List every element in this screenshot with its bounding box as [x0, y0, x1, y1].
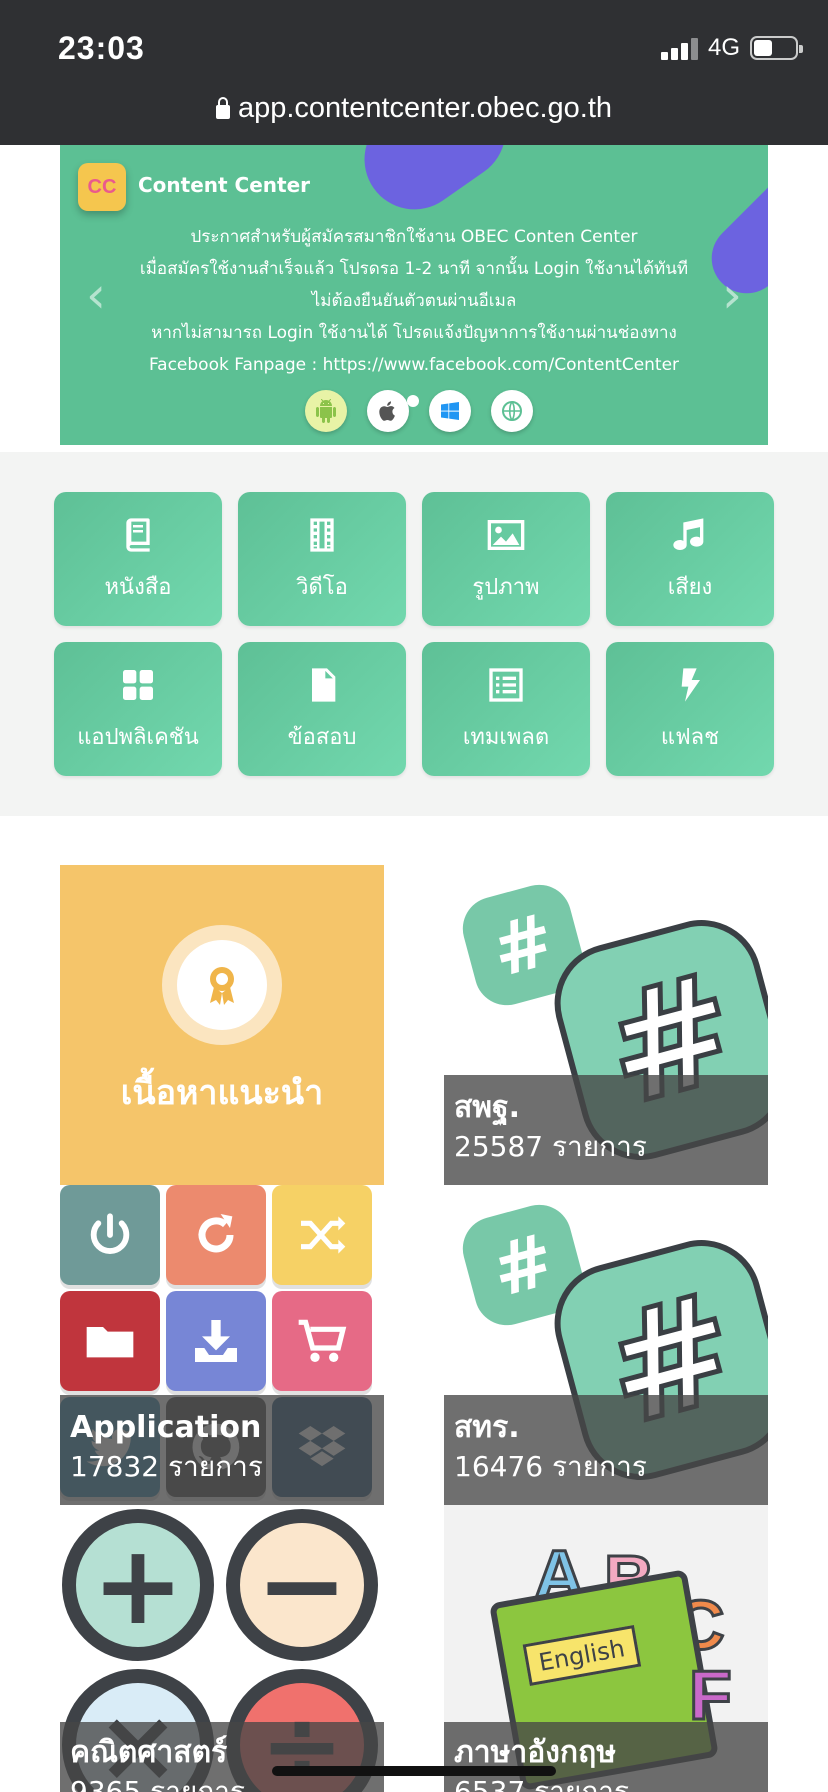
cart-icon	[272, 1291, 372, 1391]
music-icon	[673, 517, 704, 550]
announcement-line: ไม่ต้องยืนยันตัวตนผ่านอีเมล	[311, 291, 517, 311]
tile-caption: Application 17832 รายการ	[60, 1395, 384, 1505]
carousel-next-icon[interactable]: ›	[722, 270, 742, 320]
category-label: แฟลช	[660, 724, 720, 750]
announcement-line: ประกาศสำหรับผู้สมัครสมาชิกใช้งาน OBEC Co…	[190, 227, 638, 247]
app-page: 23:03 4G app.contentcenter.obec.go.th CC…	[0, 0, 828, 1792]
award-icon	[162, 925, 282, 1045]
category-image-button[interactable]: รูปภาพ	[422, 492, 590, 626]
category-label: หนังสือ	[104, 574, 172, 600]
network-type: 4G	[707, 34, 740, 61]
browser-top-bar: 23:03 4G app.contentcenter.obec.go.th	[0, 0, 828, 145]
url-bar[interactable]: app.contentcenter.obec.go.th	[0, 92, 828, 125]
carousel-dot[interactable]	[407, 395, 419, 407]
refresh-icon	[166, 1185, 266, 1285]
category-label: วิดีโอ	[296, 574, 348, 600]
carousel-prev-icon[interactable]: ‹	[86, 270, 106, 320]
category-flash-button[interactable]: แฟลช	[606, 642, 774, 776]
category-label: รูปภาพ	[472, 574, 540, 600]
announcement-text: ประกาศสำหรับผู้สมัครสมาชิกใช้งาน OBEC Co…	[100, 221, 728, 381]
announcement-line: หากไม่สามารถ Login ใช้งานได้ โปรดแจ้งปัญ…	[151, 323, 677, 343]
category-video-button[interactable]: วิดีโอ	[238, 492, 406, 626]
category-application-button[interactable]: แอปพลิเคชัน	[54, 642, 222, 776]
tile-title: สพฐ.	[454, 1090, 521, 1125]
web-icon[interactable]	[491, 390, 533, 432]
power-icon	[60, 1185, 160, 1285]
flash-icon	[681, 667, 700, 702]
image-icon	[487, 519, 525, 550]
plus-icon: +	[62, 1509, 214, 1661]
tile-caption: สพฐ. 25587 รายการ	[444, 1075, 768, 1185]
battery-icon	[750, 36, 803, 60]
list-icon	[489, 667, 523, 702]
decorative-stripe	[344, 145, 526, 229]
content-tile-obec[interactable]: # # สพฐ. 25587 รายการ	[444, 865, 768, 1185]
category-label: เทมเพลต	[462, 724, 550, 750]
category-label: ข้อสอบ	[287, 724, 357, 750]
book-icon	[126, 517, 150, 552]
content-tile-math[interactable]: + − × ÷ คณิตศาสตร์ 9365 รายการ	[60, 1505, 384, 1792]
banner-brand: Content Center	[138, 173, 311, 197]
announcement-banner: CC Content Center ประกาศสำหรับผู้สมัครสม…	[60, 145, 768, 445]
document-icon	[312, 667, 336, 702]
status-indicators: 4G	[660, 34, 803, 62]
folder-icon	[60, 1291, 160, 1391]
url-text: app.contentcenter.obec.go.th	[237, 92, 613, 124]
shuffle-icon	[272, 1185, 372, 1285]
minus-icon: −	[226, 1509, 378, 1661]
book-label: English	[522, 1625, 641, 1686]
apple-icon[interactable]	[367, 390, 409, 432]
platform-links	[305, 390, 533, 432]
announcement-line: Facebook Fanpage : https://www.facebook.…	[148, 355, 680, 375]
content-center-logo[interactable]: CC	[78, 163, 126, 211]
home-indicator[interactable]	[272, 1766, 556, 1776]
windows-icon[interactable]	[429, 390, 471, 432]
tile-count: 17832 รายการ	[70, 1450, 263, 1483]
recommended-content-tile[interactable]: เนื้อหาแนะนำ	[60, 865, 384, 1185]
category-audio-button[interactable]: เสียง	[606, 492, 774, 626]
category-book-button[interactable]: หนังสือ	[54, 492, 222, 626]
tile-caption: คณิตศาสตร์ 9365 รายการ	[60, 1722, 384, 1792]
tile-count: 16476 รายการ	[454, 1450, 647, 1483]
status-time: 23:03	[58, 30, 145, 66]
category-template-button[interactable]: เทมเพลต	[422, 642, 590, 776]
apps-grid-icon	[123, 669, 153, 700]
category-exam-button[interactable]: ข้อสอบ	[238, 642, 406, 776]
lock-icon	[215, 96, 230, 119]
content-tile-application[interactable]: Application 17832 รายการ	[60, 1185, 384, 1505]
tile-caption: ภาษาอังกฤษ 6537 รายการ	[444, 1722, 768, 1792]
signal-icon	[660, 36, 698, 60]
android-icon[interactable]	[305, 390, 347, 432]
category-label: แอปพลิเคชัน	[77, 724, 199, 750]
content-tile-otr[interactable]: # # สทร. 16476 รายการ	[444, 1185, 768, 1505]
download-icon	[166, 1291, 266, 1391]
tile-title: สทร.	[454, 1410, 520, 1445]
category-grid: หนังสือ วิดีโอ รูปภาพ เสียง แอปพลิเคชัน …	[54, 492, 774, 776]
recommended-label: เนื้อหาแนะนำ	[120, 1073, 324, 1113]
content-tile-english[interactable]: A B C English F ภาษาอังกฤษ 6537 รายการ	[444, 1505, 768, 1792]
announcement-line: เมื่อสมัครใช้งานสำเร็จแล้ว โปรดรอ 1-2 นา…	[139, 259, 689, 279]
category-label: เสียง	[667, 574, 713, 600]
tile-title: Application	[70, 1410, 262, 1445]
category-section: หนังสือ วิดีโอ รูปภาพ เสียง แอปพลิเคชัน …	[0, 452, 828, 816]
tile-count: 25587 รายการ	[454, 1130, 647, 1163]
tile-caption: สทร. 16476 รายการ	[444, 1395, 768, 1505]
film-icon	[310, 517, 334, 552]
